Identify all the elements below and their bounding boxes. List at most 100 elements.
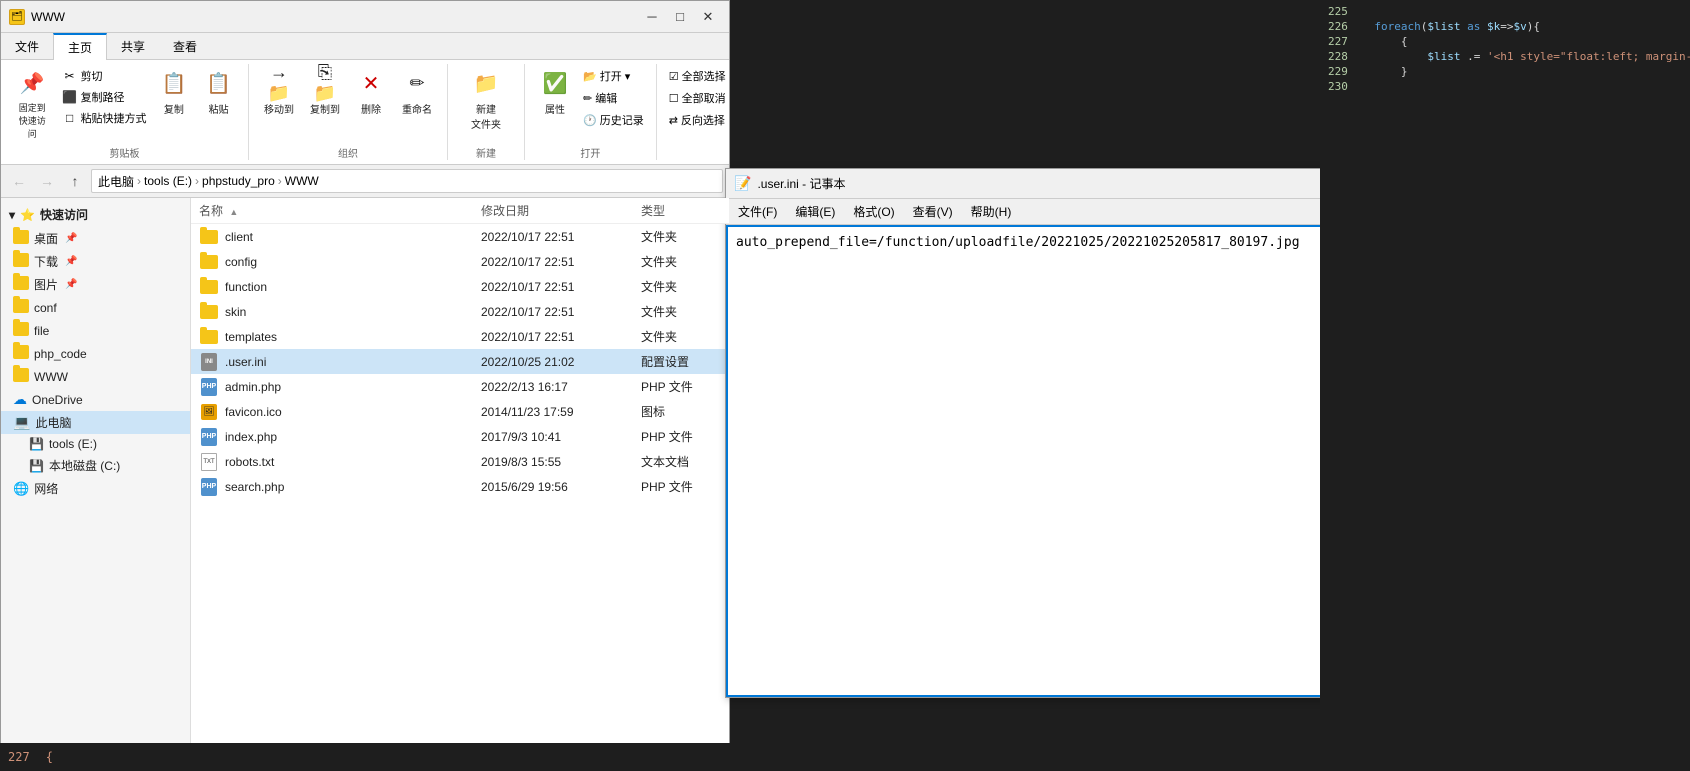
back-button[interactable]: ← <box>7 169 31 193</box>
new-folder-button[interactable]: 📁 新建文件夹 <box>456 64 516 134</box>
address-path[interactable]: 此电脑 › tools (E:) › phpstudy_pro › WWW <box>91 169 723 193</box>
file-row-client[interactable]: client 2022/10/17 22:51 文件夹 <box>191 224 729 249</box>
col-type[interactable]: 类型 <box>641 202 721 219</box>
file-folder-icon <box>13 322 29 339</box>
onedrive-icon: ☁ <box>13 391 27 408</box>
path-phpstudy[interactable]: phpstudy_pro <box>202 174 275 188</box>
computer-icon: 💻 <box>13 414 30 431</box>
pin-indicator: 📌 <box>65 233 77 244</box>
history-button[interactable]: 🕐 历史记录 <box>579 110 648 130</box>
menu-help[interactable]: 帮助(H) <box>963 201 1020 222</box>
sidebar-item-thispc[interactable]: 💻 此电脑 <box>1 411 190 434</box>
menu-format[interactable]: 格式(O) <box>845 201 902 222</box>
forward-button[interactable]: → <box>35 169 59 193</box>
file-name-skin: skin <box>199 304 481 320</box>
rename-button[interactable]: ✏ 重命名 <box>395 64 439 119</box>
sidebar-item-pictures[interactable]: 图片 📌 <box>1 273 190 296</box>
sidebar-item-quickaccess[interactable]: ▾ ⭐ 快速访问 <box>1 202 190 227</box>
path-www[interactable]: WWW <box>285 174 319 188</box>
sidebar-item-conf[interactable]: conf <box>1 296 190 319</box>
explorer-app-icon: 🗂 <box>9 9 25 25</box>
file-type-userini: 配置设置 <box>641 353 721 370</box>
copy-button[interactable]: 📋 复制 <box>153 64 196 119</box>
code-line-2: 226 foreach($list as $k=>$v){ <box>1320 19 1690 34</box>
invert-button[interactable]: ⇄ 反向选择 <box>665 110 730 130</box>
sidebar-item-phpcode[interactable]: php_code <box>1 342 190 365</box>
file-type-client: 文件夹 <box>641 228 721 245</box>
move-to-button[interactable]: →📁 移动到 <box>257 64 301 119</box>
ribbon-tabs: 文件 主页 共享 查看 <box>1 33 729 60</box>
open-button[interactable]: ✅ 属性 <box>533 64 577 119</box>
deselect-button[interactable]: ☐ 全部取消 <box>665 88 730 108</box>
pin-icon: 📌 <box>16 67 48 99</box>
col-date[interactable]: 修改日期 <box>481 202 641 219</box>
file-row-config[interactable]: config 2022/10/17 22:51 文件夹 <box>191 249 729 274</box>
code-line-numbers: 227 <box>8 750 30 764</box>
tools-label: tools (E:) <box>49 437 97 451</box>
sidebar-item-downloads[interactable]: 下载 📌 <box>1 250 190 273</box>
file-date-client: 2022/10/17 22:51 <box>481 230 641 244</box>
code-editor-background: 225 226 foreach($list as $k=>$v){ 227 { … <box>1320 0 1690 771</box>
sidebar-item-network[interactable]: 🌐 网络 <box>1 477 190 500</box>
file-name-adminphp: PHP admin.php <box>199 379 481 395</box>
pin-quickaccess-button[interactable]: 📌 固定到快速访问 <box>9 64 56 143</box>
file-type-searchphp: PHP 文件 <box>641 478 721 495</box>
address-bar: ← → ↑ 此电脑 › tools (E:) › phpstudy_pro › … <box>1 165 729 198</box>
file-row-skin[interactable]: skin 2022/10/17 22:51 文件夹 <box>191 299 729 324</box>
up-button[interactable]: ↑ <box>63 169 87 193</box>
ico-file-icon: 🖼 <box>199 404 219 420</box>
sidebar-item-onedrive[interactable]: ☁ OneDrive <box>1 388 190 411</box>
maximize-button[interactable]: □ <box>667 7 693 27</box>
path-sep-1: › <box>137 174 141 188</box>
sidebar-item-www[interactable]: WWW <box>1 365 190 388</box>
tab-file[interactable]: 文件 <box>1 33 53 59</box>
clipboard-items: 📌 固定到快速访问 ✂ 剪切 ⬛ 复制路径 □ <box>9 64 240 143</box>
minimize-button[interactable]: ─ <box>639 7 665 27</box>
code-preview-text: { <box>46 750 53 764</box>
file-list-header: 名称 ▲ 修改日期 类型 <box>191 198 729 224</box>
menu-edit[interactable]: 编辑(E) <box>787 201 843 222</box>
phpcode-label: php_code <box>34 347 87 361</box>
tab-home[interactable]: 主页 <box>53 33 107 60</box>
file-row-adminphp[interactable]: PHP admin.php 2022/2/13 16:17 PHP 文件 <box>191 374 729 399</box>
notepad-title-left: 📝 .user.ini - 记事本 <box>734 175 845 192</box>
sidebar-item-desktop[interactable]: 桌面 📌 <box>1 227 190 250</box>
file-type-config: 文件夹 <box>641 253 721 270</box>
new-group-label: 新建 <box>476 145 496 160</box>
file-row-function[interactable]: function 2022/10/17 22:51 文件夹 <box>191 274 729 299</box>
code-lines-container: 225 226 foreach($list as $k=>$v){ 227 { … <box>1320 0 1690 98</box>
file-row-indexphp[interactable]: PHP index.php 2017/9/3 10:41 PHP 文件 <box>191 424 729 449</box>
path-computer[interactable]: 此电脑 <box>98 173 134 190</box>
col-name[interactable]: 名称 ▲ <box>199 202 481 219</box>
menu-view[interactable]: 查看(V) <box>905 201 961 222</box>
path-drive[interactable]: tools (E:) <box>144 174 192 188</box>
paste-button[interactable]: 📋 粘贴 <box>197 64 240 119</box>
sidebar-item-file[interactable]: file <box>1 319 190 342</box>
new-items: 📁 新建文件夹 <box>456 64 516 143</box>
history-icon: 🕐 <box>583 114 597 127</box>
sidebar-item-localc[interactable]: 💾 本地磁盘 (C:) <box>1 454 190 477</box>
edit-button[interactable]: ✏ 编辑 <box>579 88 648 108</box>
paste-shortcut-button[interactable]: □ 粘贴快捷方式 <box>58 108 151 128</box>
file-row-robots[interactable]: TXT robots.txt 2019/8/3 15:55 文本文档 <box>191 449 729 474</box>
bottom-code-bar: 227 { <box>0 743 730 771</box>
open-menu-button[interactable]: 📂 打开 ▾ <box>579 66 648 86</box>
pin-indicator-3: 📌 <box>65 279 77 290</box>
file-row-searchphp[interactable]: PHP search.php 2015/6/29 19:56 PHP 文件 <box>191 474 729 499</box>
tab-view[interactable]: 查看 <box>159 33 211 59</box>
file-type-indexphp: PHP 文件 <box>641 428 721 445</box>
select-all-button[interactable]: ☑ 全部选择 <box>665 66 730 86</box>
file-date-robots: 2019/8/3 15:55 <box>481 455 641 469</box>
file-row-userini[interactable]: INI .user.ini 2022/10/25 21:02 配置设置 <box>191 349 729 374</box>
copy-to-button[interactable]: ⎘📁 复制到 <box>303 64 347 119</box>
file-row-templates[interactable]: templates 2022/10/17 22:51 文件夹 <box>191 324 729 349</box>
delete-button[interactable]: ✕ 删除 <box>349 64 393 119</box>
file-row-favicon[interactable]: 🖼 favicon.ico 2014/11/23 17:59 图标 <box>191 399 729 424</box>
sidebar-item-tools[interactable]: 💾 tools (E:) <box>1 434 190 454</box>
menu-file[interactable]: 文件(F) <box>730 201 785 222</box>
close-button[interactable]: ✕ <box>695 7 721 27</box>
tab-share[interactable]: 共享 <box>107 33 159 59</box>
copy-path-button[interactable]: ⬛ 复制路径 <box>58 87 151 107</box>
cut-button[interactable]: ✂ 剪切 <box>58 66 151 86</box>
code-line-5: 229 } <box>1320 64 1690 79</box>
